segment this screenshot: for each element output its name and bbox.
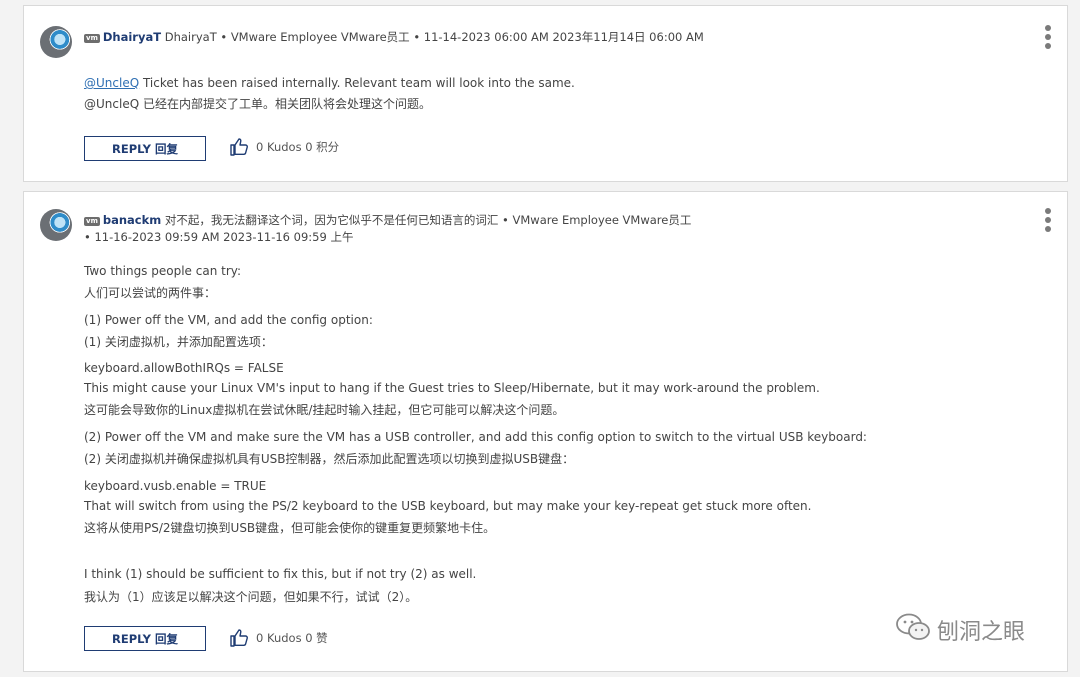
post-text-line: Two things people can try: (84, 264, 242, 278)
reply-post-2: vm banackm 对不起，我无法翻译这个词，因为它似乎不是任何已知语言的词汇 … (23, 191, 1068, 672)
thumbs-up-icon[interactable] (230, 628, 248, 647)
post-timestamp: • 11-16-2023 09:59 AM 2023-11-16 09:59 上… (84, 230, 354, 244)
post-text-line: That will switch from using the PS/2 key… (84, 499, 812, 513)
author-link[interactable]: DhairyaT (103, 30, 161, 44)
reply-post-1: vm DhairyaT DhairyaT • VMware Employee VM… (23, 5, 1068, 182)
post-text-line: 人们可以尝试的两件事： (84, 286, 217, 300)
post-meta: vm DhairyaT DhairyaT • VMware Employee VM… (84, 29, 1007, 46)
post-text-line: 这可能会导致你的Linux虚拟机在尝试休眠/挂起时输入挂起，但它可能可以解决这个… (84, 403, 565, 417)
wechat-icon (895, 612, 931, 648)
thumbs-up-icon[interactable] (230, 137, 248, 156)
post-meta-text: DhairyaT • VMware Employee VMware员工 • 11… (161, 30, 704, 44)
kudos-group: 0 Kudos 0 赞 (230, 628, 328, 647)
post-text-line: (1) 关闭虚拟机，并添加配置选项： (84, 335, 273, 349)
post-text-line: I think (1) should be sufficient to fix … (84, 567, 477, 581)
more-options-icon[interactable] (1045, 208, 1051, 232)
post-text-line: (2) 关闭虚拟机并确保虚拟机具有USB控制器，然后添加此配置选项以切换到虚拟U… (84, 452, 575, 466)
config-line: keyboard.allowBothIRQs = FALSE (84, 361, 284, 375)
mention-link[interactable]: @UncleQ (84, 76, 139, 90)
post-text-line: 我认为（1）应该足以解决这个问题，但如果不行，试试（2）。 (84, 590, 418, 604)
kudos-count: 0 Kudos 0 赞 (256, 630, 328, 645)
kudos-count: 0 Kudos 0 积分 (256, 139, 340, 154)
post-text-line: 这将从使用PS/2键盘切换到USB键盘，但可能会使你的键重复更频繁地卡住。 (84, 521, 496, 535)
post-meta: vm banackm 对不起，我无法翻译这个词，因为它似乎不是任何已知语言的词汇 … (84, 212, 1007, 246)
post-body: @UncleQ Ticket has been raised internall… (84, 73, 1037, 115)
post-text-line: (1) Power off the VM, and add the config… (84, 313, 373, 327)
more-options-icon[interactable] (1045, 25, 1051, 49)
avatar[interactable] (40, 209, 72, 241)
reply-button[interactable]: REPLY 回复 (84, 626, 206, 651)
avatar[interactable] (40, 26, 72, 58)
post-meta-text: 对不起，我无法翻译这个词，因为它似乎不是任何已知语言的词汇 • VMware E… (161, 213, 692, 227)
post-text-line: This might cause your Linux VM's input t… (84, 381, 820, 395)
reply-button[interactable]: REPLY 回复 (84, 136, 206, 161)
config-line: keyboard.vusb.enable = TRUE (84, 479, 267, 493)
author-link[interactable]: banackm (103, 213, 161, 227)
watermark-text: 刨洞之眼 (937, 620, 1026, 645)
post-text-line: Ticket has been raised internally. Relev… (139, 76, 575, 90)
kudos-group: 0 Kudos 0 积分 (230, 137, 339, 156)
vmware-badge: vm (84, 217, 100, 226)
watermark: 刨洞之眼 (895, 612, 1025, 648)
post-text-line: (2) Power off the VM and make sure the V… (84, 430, 867, 444)
post-text-line: @UncleQ 已经在内部提交了工单。相关团队将会处理这个问题。 (84, 97, 431, 111)
vmware-badge: vm (84, 34, 100, 43)
